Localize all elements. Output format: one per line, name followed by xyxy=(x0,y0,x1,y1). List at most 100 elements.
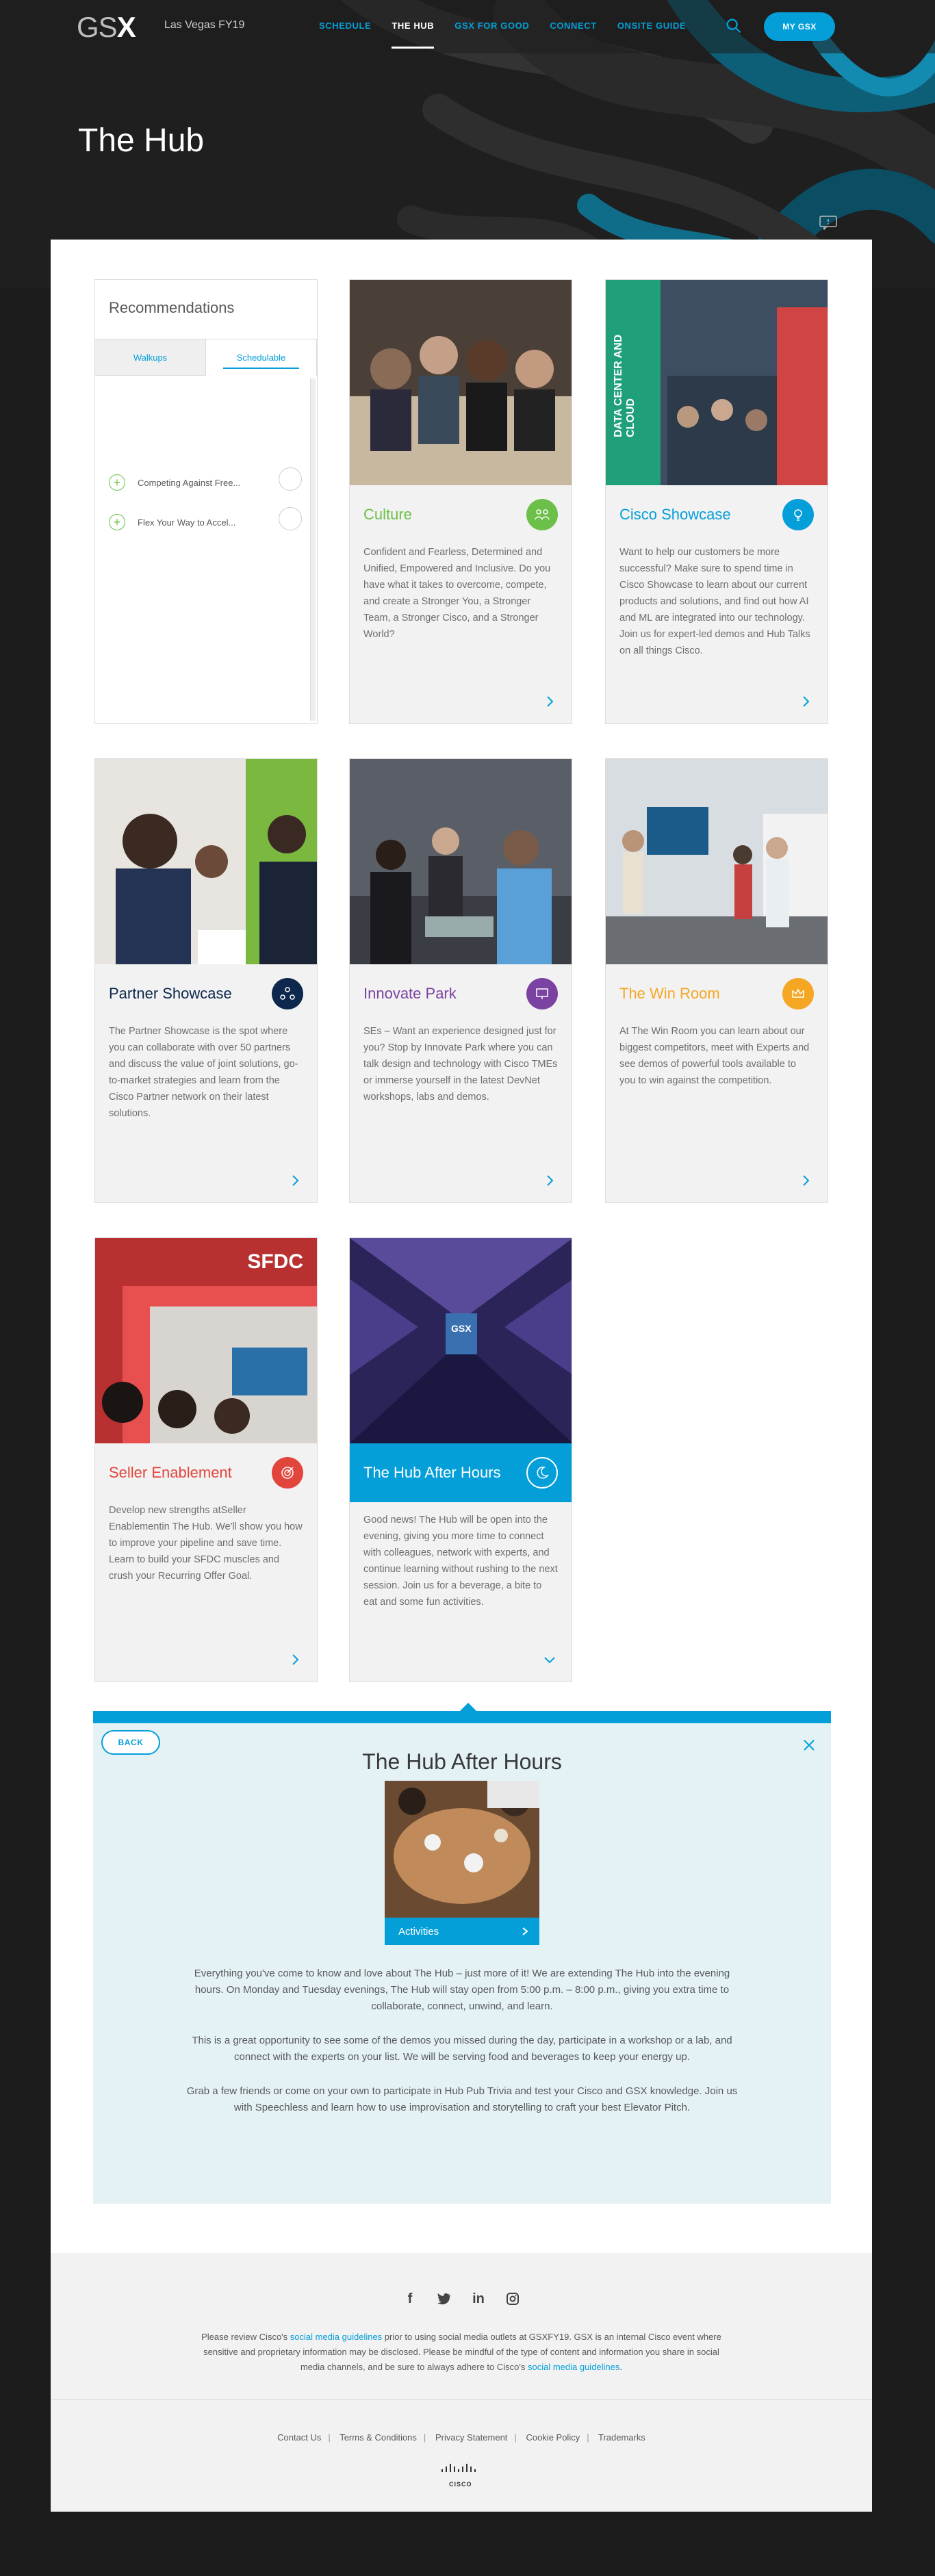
instagram-icon[interactable] xyxy=(505,2291,520,2306)
footer: f in Please review Cisco's social media … xyxy=(51,2253,872,2512)
card-innovate-park[interactable]: Innovate Park SEs – Want an experience d… xyxy=(349,758,572,1203)
card-header: The Hub After Hours xyxy=(350,1443,572,1502)
tab-schedulable[interactable]: Schedulable xyxy=(205,339,317,376)
card-description: Want to help our customers be more succe… xyxy=(619,547,810,656)
session-icon xyxy=(279,507,302,530)
twitter-icon[interactable] xyxy=(437,2291,452,2306)
card-header: The Win Room xyxy=(606,964,828,1023)
innovate-park-photo xyxy=(350,759,572,964)
privacy-link[interactable]: Privacy Statement xyxy=(435,2432,508,2443)
page-title: The Hub xyxy=(78,123,205,159)
session-icon xyxy=(279,467,302,491)
card-header: Seller Enablement xyxy=(95,1443,317,1502)
card-title: Seller Enablement xyxy=(109,1464,232,1481)
crown-icon xyxy=(782,978,814,1009)
card-title: Partner Showcase xyxy=(109,985,232,1002)
recommendation-item[interactable]: + Flex Your Way to Accel... xyxy=(109,507,302,530)
recommendations-widget: Recommendations Walkups Schedulable + Co… xyxy=(94,279,318,724)
card-header: Innovate Park xyxy=(350,964,572,1023)
card-partner-showcase[interactable]: Partner Showcase The Partner Showcase is… xyxy=(94,758,318,1203)
add-icon[interactable]: + xyxy=(109,514,125,530)
social-guidelines-link[interactable]: social media guidelines xyxy=(290,2332,382,2342)
footer-links: Contact Us | Terms & Conditions | Privacy … xyxy=(277,2432,645,2443)
activities-card[interactable]: Activities xyxy=(385,1781,539,1945)
gsx-sign: GSX xyxy=(451,1323,472,1334)
people-heart-icon xyxy=(526,499,558,530)
card-description: SEs – Want an experience designed just f… xyxy=(363,1026,558,1103)
target-icon xyxy=(272,1457,303,1489)
showcase-sign: DATA CENTER AND CLOUD xyxy=(613,334,637,437)
card-description: Develop new strengths atSeller Enablemen… xyxy=(109,1505,303,1582)
moon-icon xyxy=(526,1457,558,1489)
top-nav: GSX Las Vegas FY19 SCHEDULE THE HUB GSX … xyxy=(0,0,935,53)
card-description: At The Win Room you can learn about our … xyxy=(619,1026,810,1086)
scrollbar[interactable] xyxy=(310,378,316,721)
culture-photo xyxy=(350,280,572,485)
trademarks-link[interactable]: Trademarks xyxy=(598,2432,645,2443)
legal-text: Please review Cisco's social media guide… xyxy=(201,2332,721,2372)
social-guidelines-link[interactable]: social media guidelines xyxy=(528,2362,619,2372)
terms-link[interactable]: Terms & Conditions xyxy=(340,2432,417,2443)
contact-us-link[interactable]: Contact Us xyxy=(277,2432,321,2443)
nav-onsite-guide[interactable]: ONSITE GUIDE xyxy=(617,21,686,31)
chevron-right-icon xyxy=(522,1927,528,1935)
chevron-right-icon[interactable] xyxy=(288,1653,302,1666)
presentation-icon xyxy=(526,978,558,1009)
detail-pointer xyxy=(460,1703,476,1711)
my-gsx-button[interactable]: MY GSX xyxy=(764,12,835,41)
cisco-logo: CISCO xyxy=(439,2462,483,2488)
event-name: Las Vegas FY19 xyxy=(164,19,245,31)
lightbulb-icon xyxy=(782,499,814,530)
partner-showcase-photo xyxy=(95,759,317,964)
card-title: Culture xyxy=(363,506,412,523)
cisco-showcase-photo: DATA CENTER AND CLOUD xyxy=(606,280,828,485)
nav-the-hub[interactable]: THE HUB xyxy=(392,21,435,49)
chevron-right-icon[interactable] xyxy=(543,695,556,708)
activities-bar[interactable]: Activities xyxy=(385,1918,539,1945)
page: GSX Las Vegas FY19 SCHEDULE THE HUB GSX … xyxy=(0,0,935,2576)
card-description: Good news! The Hub will be open into the… xyxy=(363,1515,558,1608)
gsx-logo[interactable]: GSX xyxy=(77,11,136,44)
card-header: Partner Showcase xyxy=(95,964,317,1023)
card-cisco-showcase[interactable]: DATA CENTER AND CLOUD Cisco Showcase Wan… xyxy=(605,279,828,724)
add-icon[interactable]: + xyxy=(109,474,125,491)
nav-connect[interactable]: CONNECT xyxy=(550,21,596,31)
feedback-icon[interactable] xyxy=(819,215,838,230)
divider xyxy=(51,2399,872,2400)
recommendation-item[interactable]: + Competing Against Free... xyxy=(109,467,302,491)
chevron-right-icon[interactable] xyxy=(799,1174,812,1187)
cookie-policy-link[interactable]: Cookie Policy xyxy=(526,2432,580,2443)
hub-after-hours-detail: BACK The Hub After Hours Activities Ever… xyxy=(93,1711,831,2204)
recommendation-label: Flex Your Way to Accel... xyxy=(138,517,236,528)
tab-walkups[interactable]: Walkups xyxy=(95,339,205,376)
cisco-wordmark: CISCO xyxy=(449,2481,472,2488)
card-seller-enablement[interactable]: SFDC Seller Enablement Develop new stren… xyxy=(94,1237,318,1682)
card-title: The Hub After Hours xyxy=(363,1464,501,1481)
detail-title: The Hub After Hours xyxy=(362,1749,562,1774)
card-culture[interactable]: Culture Confident and Fearless, Determin… xyxy=(349,279,572,724)
nav-gsx-for-good[interactable]: GSX FOR GOOD xyxy=(454,21,529,31)
chevron-down-icon[interactable] xyxy=(543,1653,556,1666)
hub-after-hours-photo: GSX xyxy=(350,1238,572,1443)
search-icon[interactable] xyxy=(724,16,743,36)
facebook-icon[interactable]: f xyxy=(402,2291,418,2306)
card-the-win-room[interactable]: The Win Room At The Win Room you can lea… xyxy=(605,758,828,1203)
linkedin-icon[interactable]: in xyxy=(471,2291,486,2306)
recommendation-label: Competing Against Free... xyxy=(138,477,241,488)
nav-schedule[interactable]: SCHEDULE xyxy=(319,21,371,31)
win-room-photo xyxy=(606,759,828,964)
network-people-icon xyxy=(272,978,303,1009)
card-title: Innovate Park xyxy=(363,985,457,1002)
social-links: f in xyxy=(51,2291,872,2306)
recommendations-title: Recommendations xyxy=(109,299,235,316)
card-title: Cisco Showcase xyxy=(619,506,731,523)
chevron-right-icon[interactable] xyxy=(288,1174,302,1187)
nav-links: SCHEDULE THE HUB GSX FOR GOOD CONNECT ON… xyxy=(319,21,686,49)
chevron-right-icon[interactable] xyxy=(543,1174,556,1187)
card-description: The Partner Showcase is the spot where y… xyxy=(109,1026,298,1119)
activities-photo xyxy=(385,1781,539,1918)
chevron-right-icon[interactable] xyxy=(799,695,812,708)
card-hub-after-hours[interactable]: GSX The Hub After Hours Good news! The H… xyxy=(349,1237,572,1682)
card-description: Confident and Fearless, Determined and U… xyxy=(363,547,551,640)
detail-paragraph: Grab a few friends or come on your own t… xyxy=(186,2085,738,2113)
